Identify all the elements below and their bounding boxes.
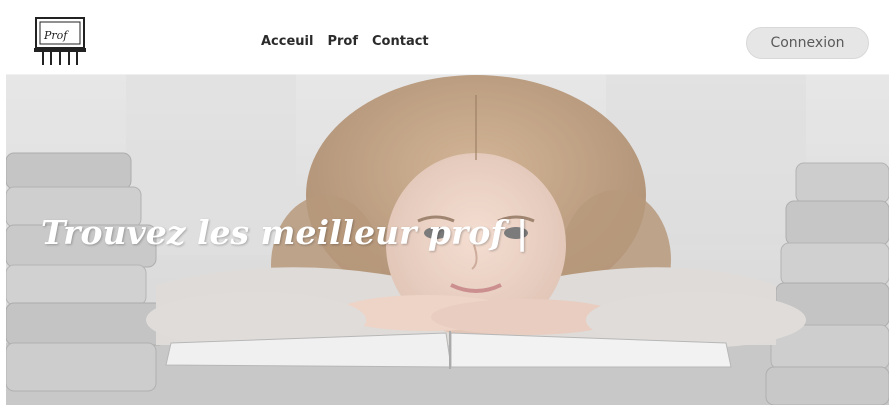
hero-banner: Trouvez les meilleur prof | xyxy=(6,75,889,405)
hero-title: Trouvez les meilleur prof | xyxy=(41,213,529,252)
nav-link-prof[interactable]: Prof xyxy=(327,34,358,49)
nav-link-contact[interactable]: Contact xyxy=(372,34,429,49)
logo-board-icon[interactable]: Prof xyxy=(33,15,89,69)
main-nav: Acceuil Prof Contact xyxy=(261,34,429,49)
header-navbar: Prof Acceuil Prof Contact Connexion xyxy=(6,10,889,75)
logo-text: Prof xyxy=(43,29,69,42)
nav-link-acceuil[interactable]: Acceuil xyxy=(261,34,313,49)
login-button[interactable]: Connexion xyxy=(746,27,869,59)
